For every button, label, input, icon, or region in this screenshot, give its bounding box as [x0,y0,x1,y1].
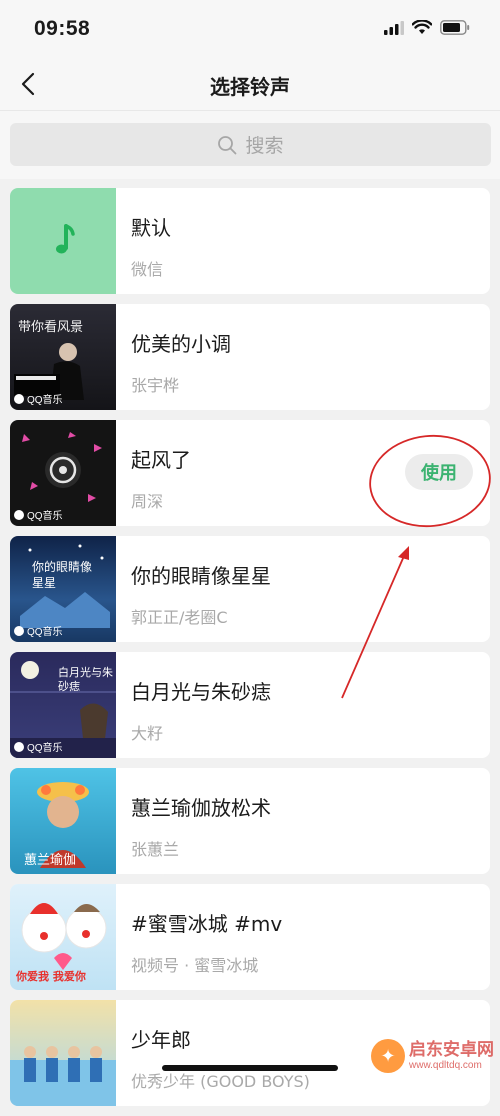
search-placeholder: 搜索 [245,135,284,157]
ringtone-artist: 视频号 · 蜜雪冰城 [131,956,259,975]
signal-icon [384,21,404,35]
ringtone-title: 少年郎 [131,1028,191,1052]
watermark: ✦ 启东安卓网 www.qdltdq.com [371,1039,494,1073]
ringtone-cover: QQ音乐 [10,420,116,526]
cover-text: 你的眼睛像星星 [32,560,93,590]
ringtone-cover [10,1000,116,1106]
ringtone-cover [10,188,116,294]
ringtone-item[interactable]: 带你看风景 QQ音乐 优美的小调 张宇桦 [10,304,490,410]
ringtone-item[interactable]: 你爱我 我爱你 #蜜雪冰城 #mv 视频号 · 蜜雪冰城 [10,884,490,990]
ringtone-cover: 你爱我 我爱你 [10,884,116,990]
qq-music-tag: QQ音乐 [14,507,63,522]
ringtone-cover: 带你看风景 QQ音乐 [10,304,116,410]
ringtone-cover: 你的眼睛像星星 QQ音乐 [10,536,116,642]
ringtone-artist: 微信 [131,260,164,279]
ringtone-item[interactable]: 蕙兰瑜伽 蕙兰瑜伽放松术 张蕙兰 [10,768,490,874]
ringtone-item[interactable]: 你的眼睛像星星 QQ音乐 你的眼睛像星星 郭正正/老圈C [10,536,490,642]
battery-icon [440,20,470,35]
home-indicator [162,1065,338,1071]
qq-music-tag: QQ音乐 [14,739,63,754]
ringtone-item[interactable]: QQ音乐 起风了 周深 使用 [10,420,490,526]
ringtone-artist: 张宇桦 [131,376,180,395]
ringtone-title: 蕙兰瑜伽放松术 [131,796,271,820]
status-icons [384,20,470,35]
page-title: 选择铃声 [210,75,290,99]
ringtone-title: 起风了 [131,448,191,472]
ringtone-artist: 张蕙兰 [131,840,180,859]
ringtone-cover: 白月光与朱砂痣 QQ音乐 [10,652,116,758]
wifi-icon [412,20,432,34]
qq-music-tag: QQ音乐 [14,623,63,638]
cover-text: 你爱我 我爱你 [16,970,86,983]
search-input[interactable]: 搜索 [10,123,491,166]
ringtone-title: 默认 [131,216,171,240]
ringtone-artist: 优秀少年 (GOOD BOYS) [131,1072,310,1091]
ringtone-title: 你的眼睛像星星 [131,564,271,588]
cover-text: 蕙兰瑜伽 [24,853,77,868]
status-bar: 09:58 [0,0,500,58]
qq-music-icon [14,393,24,404]
watermark-url: www.qdltdq.com [409,1059,482,1071]
boys-cover-art [10,1046,116,1106]
qq-music-icon [14,741,24,752]
search-icon [218,135,237,154]
cover-text: 白月光与朱砂痣 [58,666,113,694]
cover-text: 带你看风景 [18,320,84,335]
ringtone-list: 默认 微信 带你看风景 QQ音乐 优美的小调 张宇桦 QQ音乐 起风了 周深 使… [10,188,490,1116]
qq-music-icon [14,509,24,520]
ringtone-artist: 大籽 [131,724,164,743]
ringtone-artist: 郭正正/老圈C [131,608,228,627]
watermark-text: 启东安卓网 www.qdltdq.com [409,1041,494,1071]
ringtone-cover: 蕙兰瑜伽 [10,768,116,874]
use-button[interactable]: 使用 [405,454,473,490]
music-note-icon [56,224,75,254]
nav-bar: 选择铃声 [0,58,500,111]
ringtone-item[interactable]: 默认 微信 [10,188,490,294]
search-area: 搜索 [0,111,500,179]
watermark-logo-icon: ✦ [371,1039,405,1073]
ringtone-title: #蜜雪冰城 #mv [131,912,283,936]
watermark-name: 启东安卓网 [409,1040,494,1061]
ringtone-artist: 周深 [131,492,164,511]
ringtone-title: 优美的小调 [131,332,231,356]
qq-music-tag: QQ音乐 [14,391,63,406]
ringtone-title: 白月光与朱砂痣 [131,680,271,704]
ringtone-item[interactable]: 白月光与朱砂痣 QQ音乐 白月光与朱砂痣 大籽 [10,652,490,758]
qq-music-icon [14,625,24,636]
status-time: 09:58 [34,17,91,40]
